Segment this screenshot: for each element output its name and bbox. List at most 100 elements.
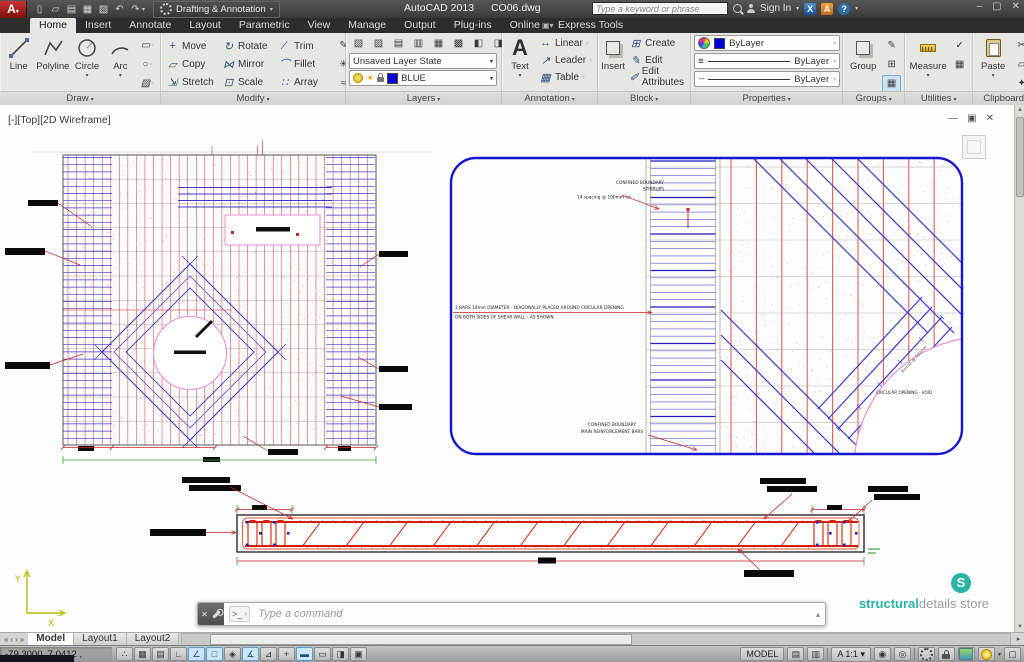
lineweight-dropdown[interactable]: ≡ ByLayer ▾ (694, 53, 840, 69)
modify-button[interactable]: ∕Trim (276, 37, 332, 55)
viewport-label[interactable]: [-][Top][2D Wireframe] (8, 114, 111, 126)
text-button[interactable]: A Text ▾ (505, 35, 535, 79)
horizontal-scrollbar[interactable] (181, 633, 1011, 646)
arc-button[interactable]: Arc ▾ (105, 35, 136, 79)
annotation-panel-title[interactable]: Annotation▾ (502, 91, 597, 105)
status-toggle-lwt[interactable]: ▬ (296, 647, 313, 661)
status-toggle-osnap[interactable]: □ (206, 647, 223, 661)
modify-button[interactable]: ⌒Fillet (276, 55, 332, 73)
insert-button[interactable]: Insert (601, 35, 625, 72)
status-toggle-ducs[interactable]: ⊿ (260, 647, 277, 661)
model-space-button[interactable]: MODEL (740, 647, 784, 661)
command-line-bar[interactable]: ✕ >_▾ ▴ (197, 602, 826, 626)
qat-tool-icon[interactable]: ▱ (49, 3, 62, 16)
qat-tool-icon[interactable]: ▦ (81, 3, 94, 16)
layer-tool-icon[interactable]: ▤ (389, 35, 408, 52)
ribbon-tab[interactable]: Annotate (120, 18, 180, 33)
qat-customize-icon[interactable]: ▾ (142, 6, 145, 13)
scroll-right-icon[interactable]: ▸ (1013, 635, 1024, 643)
first-layout-icon[interactable]: « (4, 635, 8, 644)
workspace-switching-icon[interactable] (918, 647, 935, 661)
draw-panel-title[interactable]: Draw▾ (0, 91, 160, 105)
utility-tool-icon[interactable]: ✓ (950, 37, 969, 54)
modify-button[interactable]: +Move (164, 37, 220, 55)
block-button[interactable]: ✐Edit Attributes (627, 69, 689, 85)
vertical-scrollbar[interactable]: ▲ ▼ (1014, 105, 1024, 632)
prev-layout-icon[interactable]: ‹ (10, 635, 13, 644)
annotation-button[interactable]: ↔Linear▾ (537, 35, 594, 51)
layer-tool-icon[interactable]: ◧ (469, 35, 488, 52)
draw-tool-icon[interactable]: ▨▾ (138, 75, 157, 92)
hardware-acceleration-icon[interactable] (958, 647, 975, 661)
ribbon-tab[interactable]: Output (395, 18, 445, 33)
groups-panel-title[interactable]: Groups▾ (843, 91, 904, 105)
scroll-down-icon[interactable]: ▼ (1015, 622, 1024, 632)
viewport-close-icon[interactable]: ✕ (986, 113, 994, 124)
layer-tool-icon[interactable]: ▨ (369, 35, 388, 52)
toolbar-lock-icon[interactable] (938, 647, 955, 661)
modify-button[interactable]: ↻Rotate (220, 37, 276, 55)
draw-tool-icon[interactable]: ▭▾ (138, 37, 157, 54)
horizontal-scroll-thumb[interactable] (210, 634, 632, 645)
ribbon-tab[interactable]: Layout (180, 18, 230, 33)
layer-state-dropdown[interactable]: Unsaved Layer State▾ (349, 53, 497, 69)
layer-thaw-icon[interactable]: ☀ (366, 73, 374, 84)
ribbon-tab[interactable]: View (299, 18, 340, 33)
modify-button[interactable]: ∷Array (276, 73, 332, 91)
quick-view-drawings-icon[interactable]: ▥ (807, 647, 824, 661)
status-toggle-snap[interactable]: ▦ (134, 647, 151, 661)
command-close-icon[interactable]: ✕ (201, 610, 208, 619)
next-layout-icon[interactable]: › (15, 635, 18, 644)
command-history-icon[interactable]: ▴ (816, 610, 820, 619)
drawing-canvas[interactable]: CONFINED BOUNDARY STIRRUPS 14 spacing @ … (0, 105, 1014, 632)
modify-button[interactable]: ⇲Stretch (164, 73, 220, 91)
annotation-button[interactable]: ▦Table▾ (537, 69, 594, 85)
clean-screen-icon[interactable]: ▢ (1004, 647, 1021, 661)
layer-tool-icon[interactable]: ▥ (409, 35, 428, 52)
group-button[interactable]: Group (846, 35, 880, 72)
layout-tab[interactable]: Model (28, 633, 74, 645)
qat-tool-icon[interactable]: ↷ (129, 3, 142, 16)
clipboard-tool-icon[interactable]: ✦ (1012, 75, 1024, 92)
utilities-panel-title[interactable]: Utilities▾ (905, 91, 972, 105)
status-toggle-ortho[interactable]: ∟ (170, 647, 187, 661)
quick-view-layouts-icon[interactable]: ▤ (787, 647, 804, 661)
command-prompt-icon[interactable]: >_▾ (229, 606, 250, 622)
status-toggle-3dosnap[interactable]: ◈ (224, 647, 241, 661)
ribbon-tab[interactable]: Express Tools (549, 18, 632, 33)
viewport-restore-icon[interactable]: ▣ (967, 113, 976, 124)
minimize-button[interactable]: – (977, 1, 983, 12)
search-icon[interactable] (733, 4, 742, 13)
clipboard-tool-icon[interactable]: ▱ (1012, 56, 1024, 73)
properties-panel-title[interactable]: Properties▾ (691, 91, 842, 105)
chevron-down-icon[interactable]: ▾ (855, 5, 858, 12)
infocenter-search-input[interactable] (592, 2, 728, 15)
object-color-dropdown[interactable]: ByLayer ▾ (694, 35, 840, 51)
ribbon-tab[interactable]: Parametric (230, 18, 299, 33)
status-toggle-grid[interactable]: ▤ (152, 647, 169, 661)
block-button[interactable]: ⊞Create (627, 35, 689, 51)
layer-color-swatch[interactable] (387, 73, 398, 84)
annotation-button[interactable]: ↗Leader▾ (537, 52, 594, 68)
close-button[interactable]: ✕ (1012, 1, 1020, 12)
annotation-scale-button[interactable]: A 1:1 ▾ (831, 647, 871, 662)
command-bar-grip[interactable]: ✕ (198, 603, 224, 625)
viewcube[interactable] (962, 135, 986, 159)
group-tool-icon[interactable]: ⊞ (882, 56, 901, 73)
isolate-objects-icon[interactable] (978, 647, 995, 661)
modify-button[interactable]: ▱Copy (164, 55, 220, 73)
ribbon-tab[interactable]: Insert (76, 18, 120, 33)
status-toggle-polar[interactable]: ∠ (188, 647, 205, 661)
paste-button[interactable]: Paste ▾ (976, 35, 1010, 79)
sign-in-button[interactable]: Sign In (760, 3, 791, 14)
last-layout-icon[interactable]: » (20, 635, 24, 644)
layer-tool-icon[interactable]: ▩ (449, 35, 468, 52)
autodesk-360-icon[interactable]: A (821, 3, 833, 15)
qat-tool-icon[interactable]: ▯ (33, 3, 46, 16)
qat-tool-icon[interactable]: ▤ (65, 3, 78, 16)
draw-tool-icon[interactable]: ○▾ (138, 56, 157, 73)
layer-tool-icon[interactable]: ▦ (429, 35, 448, 52)
status-toggle-otrack[interactable]: ∡ (242, 647, 259, 661)
qat-tool-icon[interactable]: ↶ (113, 3, 126, 16)
workspace-dropdown[interactable]: Drafting & Annotation ▾ (153, 1, 280, 18)
